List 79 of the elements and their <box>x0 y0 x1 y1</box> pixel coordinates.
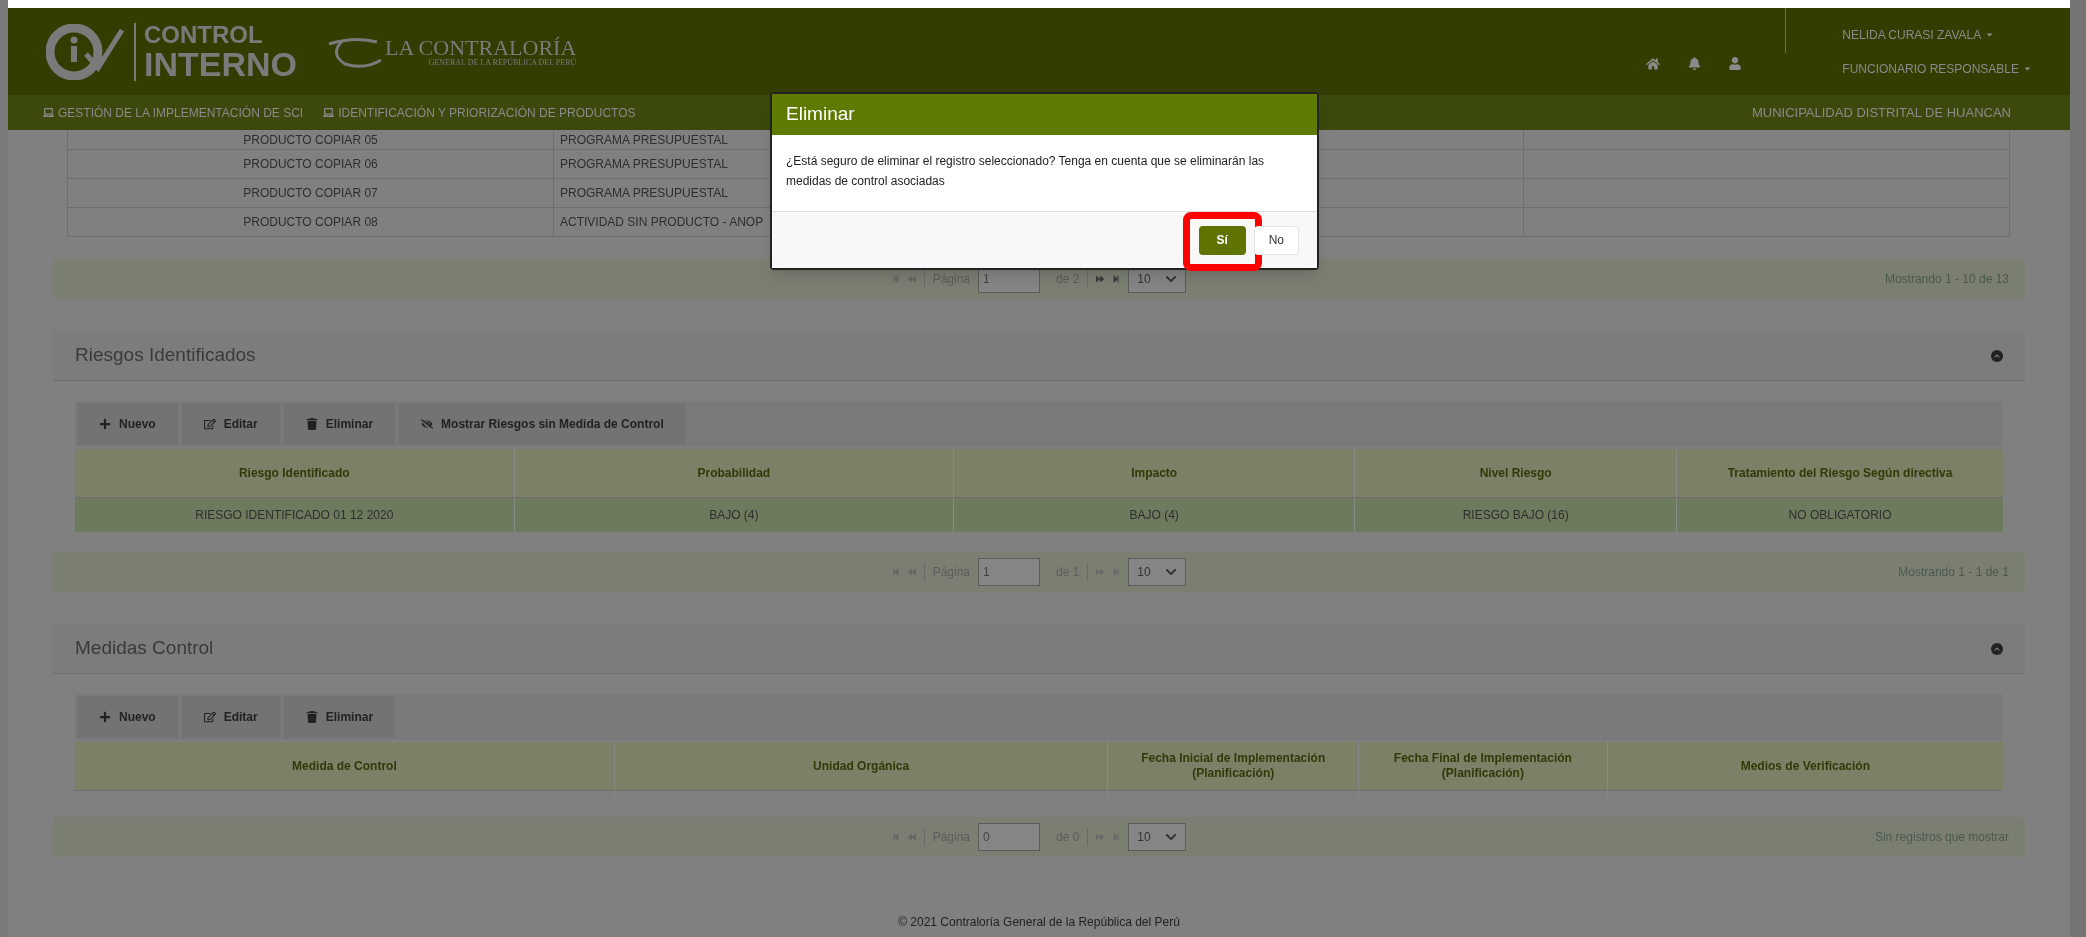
hide-icon <box>421 418 434 430</box>
first-page-icon[interactable] <box>891 275 900 283</box>
column-header: Nivel Riesgo <box>1479 465 1552 481</box>
laptop-icon <box>323 107 335 118</box>
table-cell: PRODUCTO COPIAR 08 <box>243 216 378 228</box>
table-cell-text: RIESGO IDENTIFICADO 01 12 2020 <box>195 507 394 524</box>
page-input[interactable]: 1 <box>978 558 1040 586</box>
org-name: LA CONTRALORÍA <box>385 36 577 59</box>
column-header: Tratamiento del Riesgo Según directiva <box>1727 465 1953 481</box>
toolbar-button[interactable]: Eliminar <box>283 403 396 445</box>
entity-name: MUNICIPALIDAD DISTRITAL DE HUANCAN <box>1751 103 2011 122</box>
org-subtitle: GENERAL DE LA REPÚBLICA DEL PERÚ <box>428 58 577 67</box>
copyright-text: © 2021 Contraloría General de la República del Perú <box>898 914 1180 931</box>
bell-icon[interactable] <box>1688 57 1702 70</box>
column-header: Medios de Verificación <box>1740 758 1870 774</box>
user-icon[interactable] <box>1729 57 1742 70</box>
add-icon <box>99 418 111 430</box>
dialog-title: Eliminar <box>786 102 855 127</box>
toolbar-button[interactable]: Eliminar <box>283 696 396 738</box>
last-page-icon[interactable] <box>1112 275 1121 283</box>
column-header: Medida de Control <box>292 758 397 774</box>
toolbar-button[interactable]: Editar <box>181 696 280 738</box>
table-cell: ACTIVIDAD SIN PRODUCTO - ANOP <box>560 216 764 228</box>
previous-page-icon[interactable] <box>907 833 916 841</box>
toolbar-button[interactable]: Nuevo <box>77 696 178 738</box>
edit-icon <box>203 711 216 723</box>
next-page-icon[interactable] <box>1096 275 1105 283</box>
table-cell: PROGRAMA PRESUPUESTAL <box>560 133 728 146</box>
delete-icon <box>305 418 318 430</box>
table-cell-text: RIESGO BAJO (16) <box>1462 507 1569 524</box>
page-size-select[interactable]: 10 <box>1128 823 1187 851</box>
add-icon <box>99 711 111 723</box>
chevron-down-icon <box>1165 566 1178 578</box>
user-menu[interactable]: NELIDA CURASI ZAVALA <box>1842 25 2032 44</box>
column-header: Impacto <box>1131 465 1178 481</box>
toolbar-button[interactable]: Mostrar Riesgos sin Medida de Control <box>399 403 686 445</box>
nav-link[interactable]: GESTIÓN DE LA IMPLEMENTACIÓN DE SCI <box>43 103 304 122</box>
chevron-down-icon <box>1165 831 1178 843</box>
table-cell: PRODUCTO COPIAR 07 <box>243 187 378 199</box>
column-header: Unidad Orgánica <box>813 758 910 774</box>
table-cell: PRODUCTO COPIAR 05 <box>243 133 378 146</box>
logo-icon <box>46 23 124 80</box>
panel-title: Medidas Control <box>75 636 214 661</box>
collapse-icon[interactable] <box>1991 349 2003 362</box>
table-cell-text: BAJO (4) <box>1129 507 1179 524</box>
laptop-icon <box>43 107 54 118</box>
caret-icon <box>1985 30 1995 39</box>
table-cell-text: NO OBLIGATORIO <box>1788 507 1892 524</box>
column-header: Probabilidad <box>697 465 771 481</box>
table-cell-text: BAJO (4) <box>709 507 759 524</box>
first-page-icon[interactable] <box>891 833 900 841</box>
logo-text: CONTROL <box>144 22 264 47</box>
logo-text: INTERNO <box>144 46 297 81</box>
toolbar-button[interactable]: Nuevo <box>77 403 178 445</box>
confirm-button[interactable]: Sí <box>1198 225 1246 255</box>
caret-icon <box>2023 64 2032 73</box>
page-size-select[interactable]: 10 <box>1128 558 1187 586</box>
collapse-icon[interactable] <box>1991 642 2003 655</box>
column-header: Fecha Inicial de Implementación (Planificación) <box>1140 751 1327 781</box>
nav-link[interactable]: IDENTIFICACIÓN Y PRIORIZACIÓN DE PRODUCTOS <box>323 103 636 122</box>
table-cell: PRODUCTO COPIAR 06 <box>243 158 378 170</box>
first-page-icon[interactable] <box>891 568 900 576</box>
previous-page-icon[interactable] <box>907 568 916 576</box>
delete-icon <box>305 711 318 723</box>
dialog-message: ¿Está seguro de eliminar el registro seleccionado? Tenga en cuenta que se eliminarán las medidas de control asociadas <box>786 153 1266 190</box>
table-row[interactable]: RIESGO IDENTIFICADO 01 12 2020 BAJO (4) BAJO (4) RIESGO BAJO (16) NO OBLIGATORIO <box>75 498 2003 532</box>
table-cell: PROGRAMA PRESUPUESTAL <box>560 187 728 199</box>
role-menu[interactable]: FUNCIONARIO RESPONSABLE <box>1842 59 2032 78</box>
home-icon[interactable] <box>1646 56 1661 71</box>
cancel-button[interactable]: No <box>1253 225 1299 255</box>
panel-title: Riesgos Identificados <box>75 343 256 368</box>
column-header: Riesgo Identificado <box>238 465 350 481</box>
table-cell: PROGRAMA PRESUPUESTAL <box>560 158 728 170</box>
edit-icon <box>203 418 216 430</box>
page-input[interactable]: 0 <box>978 823 1040 851</box>
chevron-down-icon <box>1165 273 1178 285</box>
column-header: Fecha Final de Implementación (Planificación) <box>1392 751 1573 781</box>
toolbar-button[interactable]: Editar <box>181 403 280 445</box>
previous-page-icon[interactable] <box>907 275 916 283</box>
